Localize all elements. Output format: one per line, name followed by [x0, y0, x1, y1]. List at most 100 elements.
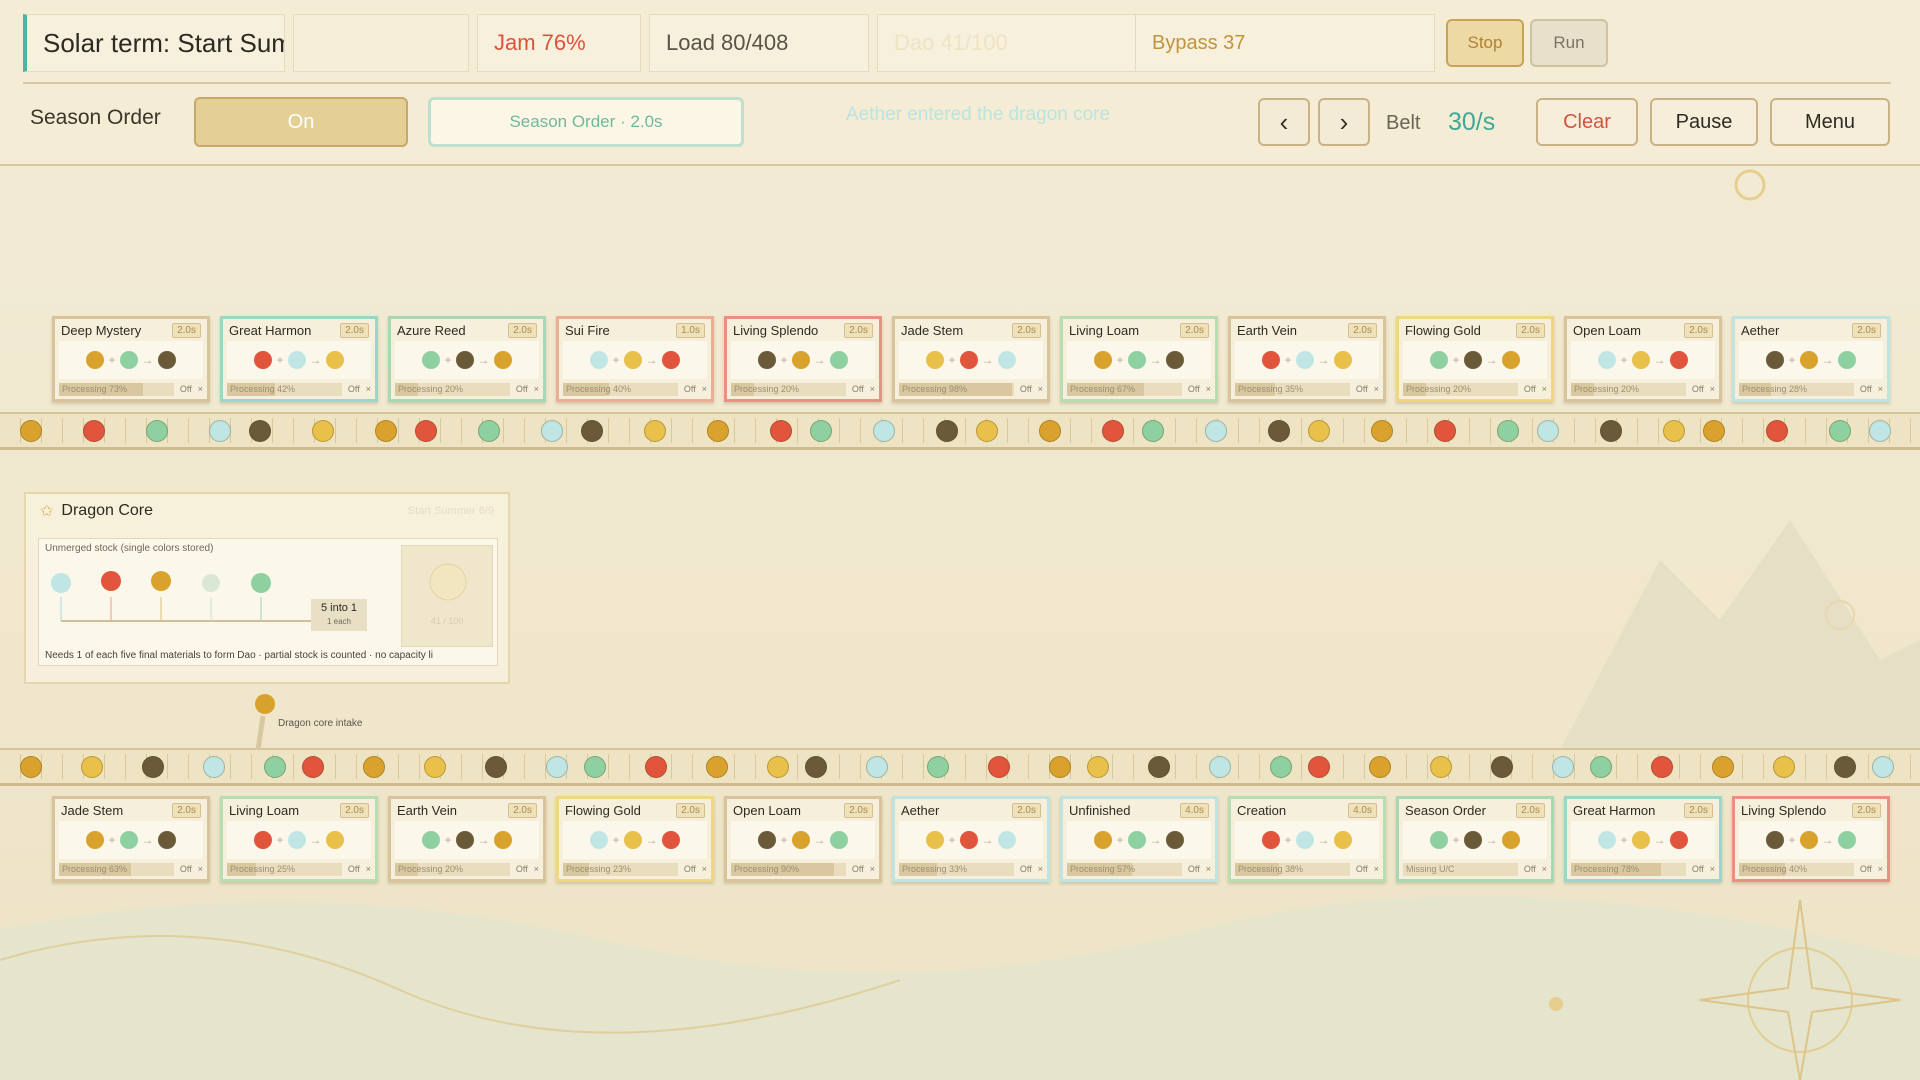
belt-item-gem-icon[interactable] — [1651, 756, 1673, 778]
belt-item-gem-icon[interactable] — [363, 756, 385, 778]
season-order-button[interactable]: Season Order · 2.0s — [428, 97, 744, 147]
machine-cycle-time[interactable]: 2.0s — [340, 322, 369, 338]
machine-card[interactable]: Aether 2.0s + → Processing 33% Off × — [892, 796, 1050, 882]
menu-button[interactable]: Menu — [1770, 98, 1890, 146]
machine-card[interactable]: Flowing Gold 2.0s + → Processing 23% Off × — [556, 796, 714, 882]
belt-item-gem-icon[interactable] — [302, 756, 324, 778]
machine-card[interactable]: Flowing Gold 2.0s + → Processing 20% Off × — [1396, 316, 1554, 402]
machine-cycle-time[interactable]: 2.0s — [1180, 322, 1209, 338]
machine-cycle-time[interactable]: 2.0s — [1516, 802, 1545, 818]
belt-item-gem-icon[interactable] — [1369, 756, 1391, 778]
close-icon[interactable]: × — [870, 864, 875, 874]
machine-off-toggle[interactable]: Off — [1188, 864, 1200, 874]
belt-item-gem-icon[interactable] — [1703, 420, 1725, 442]
machine-cycle-time[interactable]: 2.0s — [844, 802, 873, 818]
machine-off-toggle[interactable]: Off — [1524, 384, 1536, 394]
belt-item-gem-icon[interactable] — [873, 420, 895, 442]
next-button[interactable]: › — [1318, 98, 1370, 146]
machine-card[interactable]: Open Loam 2.0s + → Processing 20% Off × — [1564, 316, 1722, 402]
close-icon[interactable]: × — [1374, 384, 1379, 394]
belt-item-gem-icon[interactable] — [1869, 420, 1891, 442]
belt-item-gem-icon[interactable] — [1209, 756, 1231, 778]
belt-item-gem-icon[interactable] — [927, 756, 949, 778]
close-icon[interactable]: × — [1374, 864, 1379, 874]
machine-cycle-time[interactable]: 2.0s — [1012, 322, 1041, 338]
machine-cycle-time[interactable]: 2.0s — [1012, 802, 1041, 818]
close-icon[interactable]: × — [198, 864, 203, 874]
belt-item-gem-icon[interactable] — [1205, 420, 1227, 442]
belt-item-gem-icon[interactable] — [541, 420, 563, 442]
belt-item-gem-icon[interactable] — [707, 420, 729, 442]
machine-cycle-time[interactable]: 2.0s — [1516, 322, 1545, 338]
close-icon[interactable]: × — [702, 384, 707, 394]
machine-cycle-time[interactable]: 2.0s — [1852, 322, 1881, 338]
belt-item-gem-icon[interactable] — [1872, 756, 1894, 778]
belt-item-gem-icon[interactable] — [1537, 420, 1559, 442]
close-icon[interactable]: × — [1710, 864, 1715, 874]
machine-card[interactable]: Creation 4.0s + → Processing 38% Off × — [1228, 796, 1386, 882]
machine-cycle-time[interactable]: 1.0s — [676, 322, 705, 338]
close-icon[interactable]: × — [1206, 864, 1211, 874]
belt-item-gem-icon[interactable] — [936, 420, 958, 442]
belt-item-gem-icon[interactable] — [1712, 756, 1734, 778]
machine-card[interactable]: Unfinished 4.0s + → Processing 57% Off × — [1060, 796, 1218, 882]
belt-item-gem-icon[interactable] — [1087, 756, 1109, 778]
belt-item-gem-icon[interactable] — [706, 756, 728, 778]
machine-off-toggle[interactable]: Off — [1524, 864, 1536, 874]
close-icon[interactable]: × — [1710, 384, 1715, 394]
belt-item-gem-icon[interactable] — [1434, 420, 1456, 442]
machine-card[interactable]: Jade Stem 2.0s + → Processing 63% Off × — [52, 796, 210, 882]
close-icon[interactable]: × — [702, 864, 707, 874]
machine-card[interactable]: Deep Mystery 2.0s + → Processing 73% Off × — [52, 316, 210, 402]
belt-item-gem-icon[interactable] — [1773, 756, 1795, 778]
belt-item-gem-icon[interactable] — [209, 420, 231, 442]
machine-card[interactable]: Living Splendo 2.0s + → Processing 40% Off × — [1732, 796, 1890, 882]
belt-item-gem-icon[interactable] — [988, 756, 1010, 778]
machine-off-toggle[interactable]: Off — [1356, 384, 1368, 394]
belt-item-gem-icon[interactable] — [142, 756, 164, 778]
machine-off-toggle[interactable]: Off — [348, 864, 360, 874]
bottom-conveyor-belt[interactable] — [0, 748, 1920, 786]
machine-off-toggle[interactable]: Off — [852, 864, 864, 874]
machine-cycle-time[interactable]: 2.0s — [172, 802, 201, 818]
belt-item-gem-icon[interactable] — [1308, 420, 1330, 442]
belt-item-gem-icon[interactable] — [1049, 756, 1071, 778]
belt-item-gem-icon[interactable] — [1102, 420, 1124, 442]
belt-item-gem-icon[interactable] — [581, 420, 603, 442]
belt-item-gem-icon[interactable] — [264, 756, 286, 778]
belt-item-gem-icon[interactable] — [1371, 420, 1393, 442]
belt-item-gem-icon[interactable] — [415, 420, 437, 442]
machine-cycle-time[interactable]: 4.0s — [1180, 802, 1209, 818]
belt-item-gem-icon[interactable] — [1663, 420, 1685, 442]
machine-off-toggle[interactable]: Off — [348, 384, 360, 394]
belt-item-gem-icon[interactable] — [1430, 756, 1452, 778]
belt-item-gem-icon[interactable] — [1834, 756, 1856, 778]
machine-cycle-time[interactable]: 2.0s — [508, 802, 537, 818]
machine-card[interactable]: Open Loam 2.0s + → Processing 90% Off × — [724, 796, 882, 882]
close-icon[interactable]: × — [870, 384, 875, 394]
machine-card[interactable]: Great Harmon 2.0s + → Processing 42% Off × — [220, 316, 378, 402]
machine-off-toggle[interactable]: Off — [1356, 864, 1368, 874]
belt-item-gem-icon[interactable] — [1766, 420, 1788, 442]
close-icon[interactable]: × — [1038, 384, 1043, 394]
belt-item-gem-icon[interactable] — [976, 420, 998, 442]
machine-card[interactable]: Azure Reed 2.0s + → Processing 20% Off × — [388, 316, 546, 402]
belt-item-gem-icon[interactable] — [1270, 756, 1292, 778]
machine-off-toggle[interactable]: Off — [180, 384, 192, 394]
belt-item-gem-icon[interactable] — [83, 420, 105, 442]
machine-card[interactable]: Earth Vein 2.0s + → Processing 20% Off × — [388, 796, 546, 882]
machine-card[interactable]: Season Order 2.0s + → Missing U/C Off × — [1396, 796, 1554, 882]
belt-item-gem-icon[interactable] — [249, 420, 271, 442]
belt-item-gem-icon[interactable] — [20, 756, 42, 778]
machine-card[interactable]: Earth Vein 2.0s + → Processing 35% Off × — [1228, 316, 1386, 402]
belt-item-gem-icon[interactable] — [312, 420, 334, 442]
machine-off-toggle[interactable]: Off — [1860, 864, 1872, 874]
belt-item-gem-icon[interactable] — [1148, 756, 1170, 778]
belt-item-gem-icon[interactable] — [1600, 420, 1622, 442]
belt-item-gem-icon[interactable] — [1268, 420, 1290, 442]
machine-cycle-time[interactable]: 2.0s — [508, 322, 537, 338]
season-order-toggle[interactable]: On — [194, 97, 408, 147]
machine-cycle-time[interactable]: 2.0s — [172, 322, 201, 338]
close-icon[interactable]: × — [1542, 384, 1547, 394]
belt-item-gem-icon[interactable] — [546, 756, 568, 778]
